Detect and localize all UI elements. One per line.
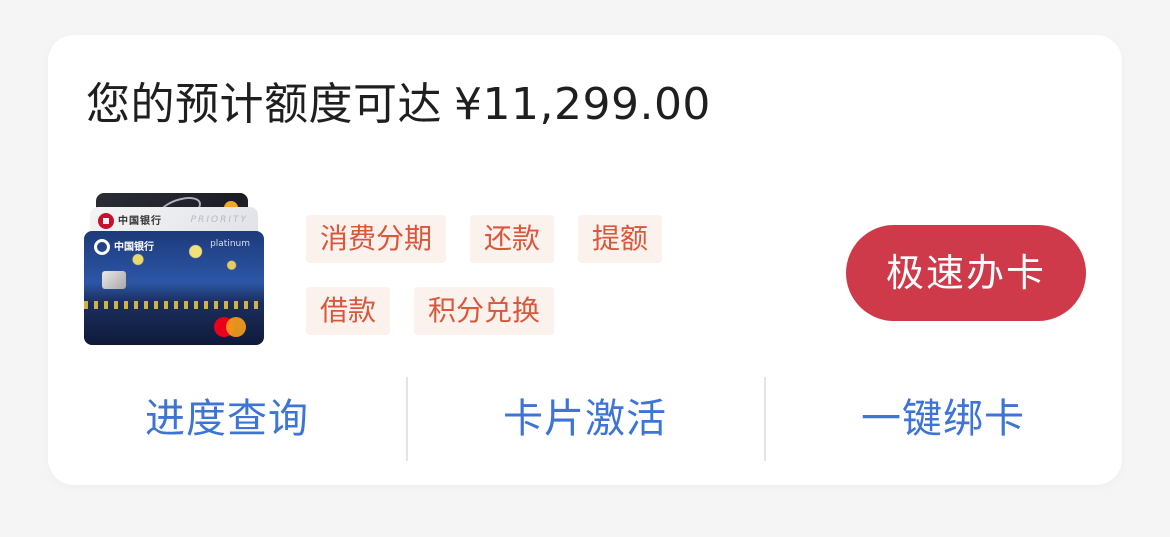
bank-logo-icon <box>94 239 110 255</box>
card-priority-text: PRIORITY <box>190 215 248 225</box>
service-tags-row-1: 消费分期 还款 提额 <box>306 215 726 263</box>
credit-limit-headline: 您的预计额度可达 ¥11,299.00 <box>86 77 711 133</box>
chip-icon <box>102 271 126 289</box>
tag-installment[interactable]: 消费分期 <box>306 215 447 263</box>
credit-limit-label: 您的预计额度可达 <box>86 79 442 130</box>
bank-logo-icon <box>98 213 114 229</box>
card-bank-name: 中国银行 <box>118 216 162 227</box>
mastercard-icon <box>226 317 246 337</box>
progress-query-link[interactable]: 进度查询 <box>48 375 406 463</box>
tag-repayment[interactable]: 还款 <box>470 215 555 263</box>
tag-loan[interactable]: 借款 <box>306 287 391 335</box>
tag-points-redeem[interactable]: 积分兑换 <box>414 287 555 335</box>
card-tier-text: platinum <box>210 239 250 249</box>
credit-limit-amount: ¥11,299.00 <box>454 79 711 130</box>
tag-limit-increase[interactable]: 提额 <box>578 215 663 263</box>
starry-night-art <box>84 301 264 309</box>
bottom-actions: 进度查询 卡片激活 一键绑卡 <box>48 375 1122 463</box>
service-tags: 消费分期 还款 提额 借款 积分兑换 <box>306 215 726 359</box>
credit-card-images[interactable]: 中国银行 PRIORITY 中国银行 platinum <box>82 193 268 349</box>
credit-card-widget: 您的预计额度可达 ¥11,299.00 中国银行 PRIORITY 中国银行 pl… <box>48 35 1122 485</box>
card-activation-link[interactable]: 卡片激活 <box>406 375 764 463</box>
service-tags-row-2: 借款 积分兑换 <box>306 287 726 335</box>
card-bank-name: 中国银行 <box>114 242 154 253</box>
card-image-front: 中国银行 platinum <box>84 231 264 345</box>
bind-card-link[interactable]: 一键绑卡 <box>764 375 1122 463</box>
quick-apply-button[interactable]: 极速办卡 <box>846 225 1086 321</box>
